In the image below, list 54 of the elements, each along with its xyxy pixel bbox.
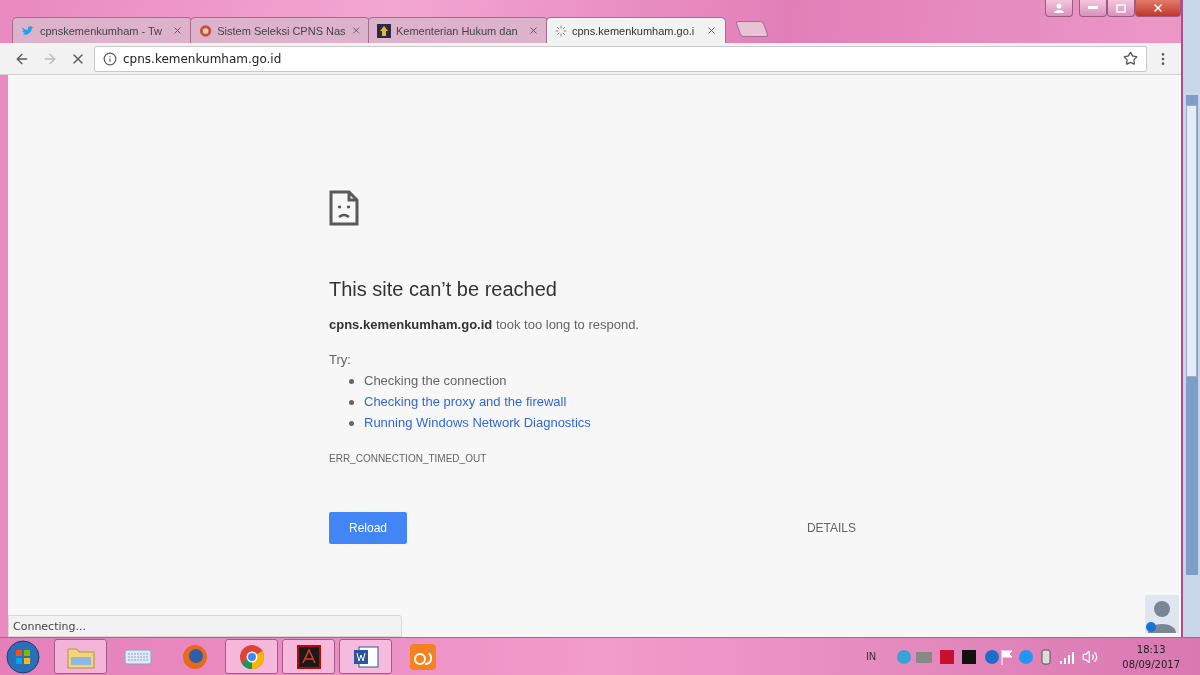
- emblem-icon: [199, 23, 213, 38]
- maximize-button[interactable]: [1107, 0, 1135, 17]
- profile-button[interactable]: [1045, 0, 1073, 17]
- clock-time: 18:13: [1136, 642, 1166, 657]
- bullet-icon: [349, 399, 354, 405]
- suggestion-link[interactable]: Running Windows Network Diagnostics: [364, 415, 591, 431]
- language-indicator[interactable]: IN: [865, 651, 877, 662]
- taskbar-button[interactable]: [339, 639, 392, 674]
- error-code: ERR_CONNECTION_TIMED_OUT: [329, 453, 488, 464]
- close-icon: [1152, 2, 1164, 14]
- avatar-icon[interactable]: [1145, 595, 1179, 633]
- browser-tab[interactable]: cpns.kemenkumham.go.i: [546, 17, 726, 43]
- browser-tab[interactable]: Kementerian Hukum dan: [368, 17, 548, 43]
- chrome-icon: [238, 643, 265, 670]
- close-icon[interactable]: [528, 25, 539, 36]
- try-label: Try:: [329, 352, 352, 367]
- minimize-button[interactable]: [1079, 0, 1107, 17]
- bird-icon: [21, 24, 35, 37]
- browser-tab[interactable]: Sistem Seleksi CPNS Nas: [190, 17, 370, 43]
- close-window-button[interactable]: [1135, 0, 1181, 17]
- start-button[interactable]: [4, 639, 42, 674]
- bullet-icon: [349, 378, 354, 384]
- status-bar: Connecting...: [8, 615, 402, 637]
- close-icon[interactable]: [706, 25, 717, 36]
- maximize-icon: [1116, 3, 1126, 13]
- bullet-icon: [349, 420, 354, 426]
- loading-spinner-icon: [555, 24, 567, 37]
- browser-tab[interactable]: cpnskemenkumham - Tw: [12, 17, 192, 43]
- suggestion-link[interactable]: Checking the proxy and the firewall: [364, 394, 567, 410]
- crest-icon: [377, 23, 391, 38]
- star-icon[interactable]: [1123, 51, 1138, 66]
- info-icon[interactable]: [103, 51, 117, 66]
- new-tab-button[interactable]: [735, 21, 769, 37]
- details-button[interactable]: DETAILS: [806, 515, 856, 541]
- taskbar-button[interactable]: [282, 639, 335, 674]
- minimize-icon: [1088, 6, 1098, 10]
- volume-icon[interactable]: [1082, 648, 1099, 665]
- keyboard-icon: [123, 648, 152, 665]
- reload-button[interactable]: Reload: [329, 512, 407, 544]
- error-title: This site can’t be reached: [329, 278, 558, 301]
- error-message: cpns.kemenkumham.go.id took too long to respond.: [329, 317, 640, 332]
- word-icon: [352, 644, 379, 669]
- squirrel-app-icon: [409, 643, 436, 670]
- address-bar[interactable]: cpns.kemenkumham.go.id: [94, 45, 1147, 72]
- suggestion-text: Checking the connection: [364, 373, 507, 389]
- sad-page-icon: [329, 190, 359, 226]
- tray-icons-drawing[interactable]: [896, 647, 1077, 666]
- close-icon[interactable]: [350, 25, 361, 36]
- pdf-icon: [296, 644, 321, 669]
- person-icon: [1054, 3, 1064, 13]
- scrollbar[interactable]: [1185, 95, 1198, 575]
- clock-date: 08/09/2017: [1122, 657, 1180, 672]
- close-icon[interactable]: [172, 25, 183, 36]
- firefox-icon: [181, 643, 208, 670]
